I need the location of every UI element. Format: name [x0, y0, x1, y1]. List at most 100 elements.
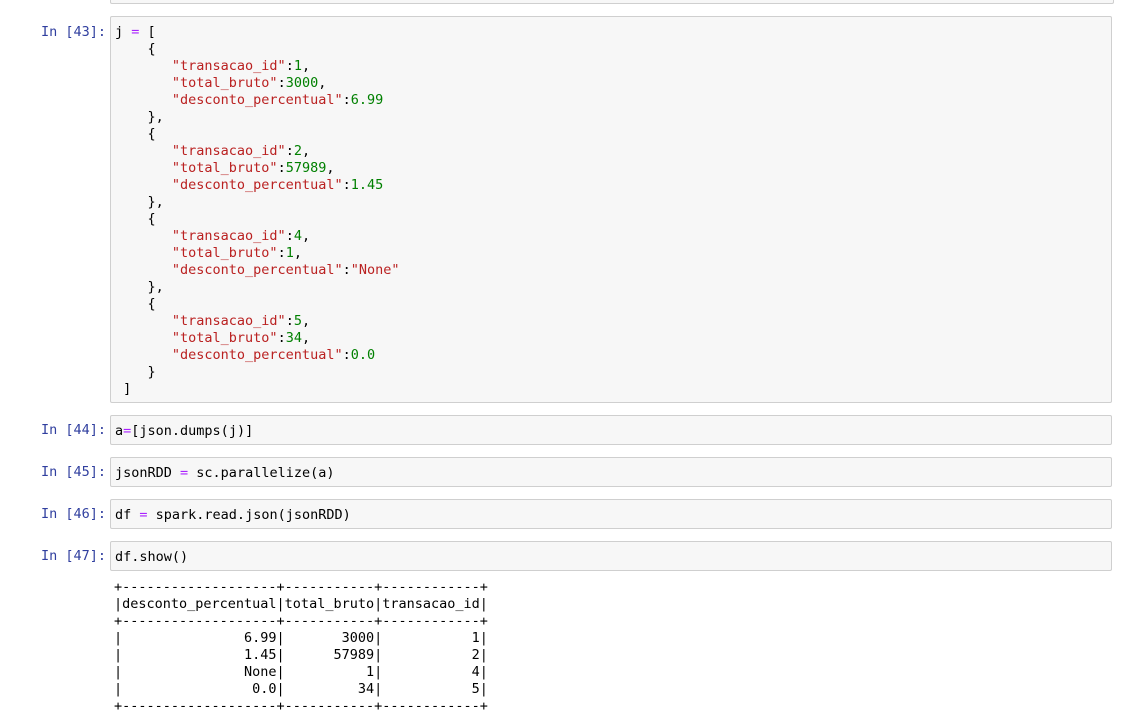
- code-text: ,: [301, 143, 311, 159]
- code-line: "total_bruto":34,: [115, 330, 1111, 347]
- code-text: df: [115, 507, 140, 523]
- code-text: sc.parallelize(a): [188, 465, 335, 481]
- string-token: "total_bruto": [115, 75, 278, 91]
- code-text: },: [115, 279, 164, 295]
- code-line: "transacao_id":1,: [115, 58, 1111, 75]
- number-token: 1.45: [350, 177, 384, 193]
- number-token: 3000: [285, 75, 319, 91]
- code-line: "desconto_percentual":1.45: [115, 177, 1111, 194]
- code-text: :: [285, 228, 294, 244]
- code-line: "total_bruto":57989,: [115, 160, 1111, 177]
- code-text: [: [139, 24, 156, 40]
- code-text: :: [342, 177, 351, 193]
- code-line: "transacao_id":4,: [115, 228, 1111, 245]
- operator: =: [180, 465, 189, 481]
- code-text: :: [277, 75, 286, 91]
- code-text: df.show(): [115, 549, 189, 565]
- code-text: a: [115, 423, 124, 439]
- code-text: {: [115, 41, 156, 57]
- number-token: 1: [285, 245, 294, 261]
- code-text: ]: [115, 381, 132, 397]
- code-line: },: [115, 109, 1111, 126]
- code-text: ,: [326, 160, 335, 176]
- string-token: "None": [350, 262, 400, 278]
- string-token: "desconto_percentual": [115, 92, 343, 108]
- cell-prompt: In [43]:: [40, 24, 106, 40]
- code-text: :: [285, 143, 294, 159]
- number-token: 6.99: [350, 92, 384, 108]
- code-line: "transacao_id":2,: [115, 143, 1111, 160]
- code-block: jsonRDD = sc.parallelize(a): [111, 458, 1111, 482]
- code-text: },: [115, 194, 164, 210]
- code-line: "total_bruto":3000,: [115, 75, 1111, 92]
- cell-input-editor[interactable]: a=[json.dumps(j)]: [110, 415, 1112, 445]
- cell-input-editor[interactable]: jsonRDD = sc.parallelize(a): [110, 457, 1112, 487]
- code-text: jsonRDD: [115, 465, 181, 481]
- code-line: ]: [115, 381, 1111, 398]
- code-block: j = [ { "transacao_id":1, "total_bruto":…: [111, 17, 1111, 398]
- string-token: "desconto_percentual": [115, 177, 343, 193]
- code-text: ,: [301, 58, 311, 74]
- code-text: },: [115, 109, 164, 125]
- code-text: :: [342, 262, 351, 278]
- code-line: j = [: [115, 24, 1111, 41]
- number-token: 34: [285, 330, 302, 346]
- number-token: 57989: [285, 160, 327, 176]
- code-line: {: [115, 211, 1111, 228]
- code-text: ,: [318, 75, 327, 91]
- number-token: 1: [293, 58, 302, 74]
- number-token: 4: [293, 228, 302, 244]
- number-token: 2: [293, 143, 302, 159]
- operator: =: [139, 507, 148, 523]
- string-token: "total_bruto": [115, 330, 278, 346]
- code-line: }: [115, 364, 1111, 381]
- code-block: df.show(): [111, 542, 1111, 566]
- code-text: {: [115, 296, 156, 312]
- code-block: a=[json.dumps(j)]: [111, 416, 1111, 440]
- code-text: :: [342, 92, 351, 108]
- code-line: "desconto_percentual":0.0: [115, 347, 1111, 364]
- code-text: :: [277, 160, 286, 176]
- code-text: j: [115, 24, 132, 40]
- cell-input-editor[interactable]: j = [ { "transacao_id":1, "total_bruto":…: [110, 16, 1112, 403]
- cell-input-editor[interactable]: df = spark.read.json(jsonRDD): [110, 499, 1112, 529]
- code-line: "desconto_percentual":6.99: [115, 92, 1111, 109]
- code-line: {: [115, 296, 1111, 313]
- code-text: }: [115, 364, 156, 380]
- string-token: "total_bruto": [115, 245, 278, 261]
- number-token: 0.0: [350, 347, 376, 363]
- cell-input-editor[interactable]: df.show(): [110, 541, 1112, 571]
- code-text: ,: [301, 228, 311, 244]
- cell-output-table: +-------------------+-----------+-------…: [114, 579, 488, 714]
- cell-prompt: In [46]:: [40, 506, 106, 522]
- code-text: :: [277, 245, 286, 261]
- code-line: {: [115, 126, 1111, 143]
- code-text: [json.dumps(j)]: [131, 423, 254, 439]
- code-text: :: [285, 58, 294, 74]
- code-text: ,: [301, 330, 311, 346]
- code-text: :: [285, 313, 294, 329]
- string-token: "desconto_percentual": [115, 347, 343, 363]
- code-text: {: [115, 211, 156, 227]
- code-text: ,: [293, 245, 302, 261]
- string-token: "total_bruto": [115, 160, 278, 176]
- code-text: {: [115, 126, 156, 142]
- code-line: {: [115, 41, 1111, 58]
- cell-prompt: In [44]:: [40, 422, 106, 438]
- code-line: },: [115, 279, 1111, 296]
- code-text: spark.read.json(jsonRDD): [147, 507, 351, 523]
- cell-prompt: In [45]:: [40, 464, 106, 480]
- string-token: "transacao_id": [115, 143, 286, 159]
- number-token: 5: [293, 313, 302, 329]
- cell-prompt: In [47]:: [40, 548, 106, 564]
- code-line: "transacao_id":5,: [115, 313, 1111, 330]
- code-text: ,: [301, 313, 311, 329]
- string-token: "transacao_id": [115, 228, 286, 244]
- code-text: :: [277, 330, 286, 346]
- string-token: "transacao_id": [115, 58, 286, 74]
- code-line: },: [115, 194, 1111, 211]
- code-block: df = spark.read.json(jsonRDD): [111, 500, 1111, 524]
- code-text: :: [342, 347, 351, 363]
- previous-cell-edge: [110, 0, 1114, 4]
- string-token: "desconto_percentual": [115, 262, 343, 278]
